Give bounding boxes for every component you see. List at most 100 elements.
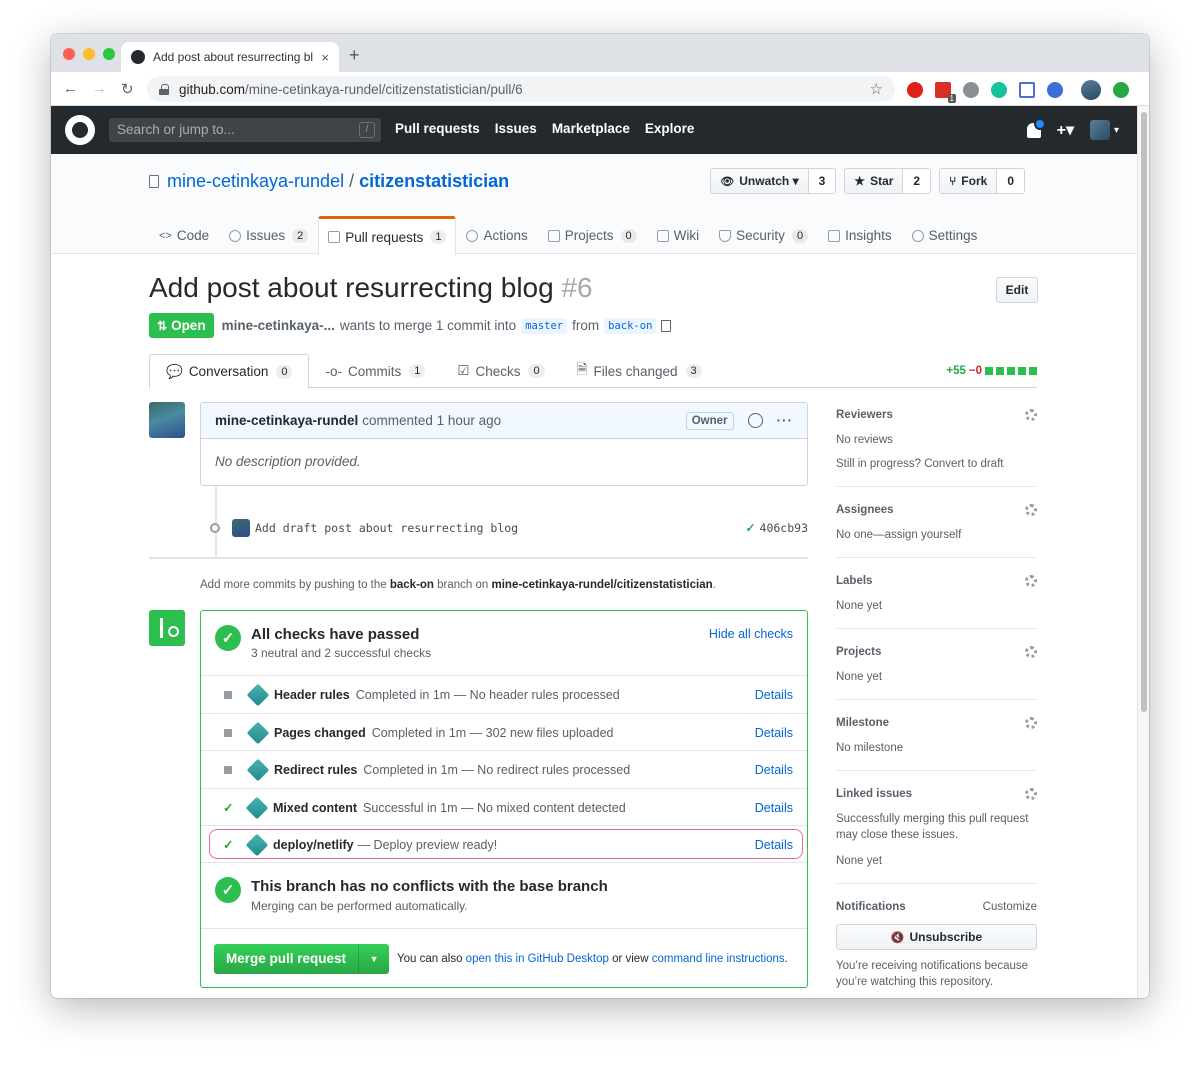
tab-close-icon[interactable]: × (321, 50, 329, 65)
merge-pull-request-button[interactable]: Merge pull request (214, 943, 360, 974)
repo-name-link[interactable]: citizenstatistician (359, 171, 509, 192)
nav-pull-requests[interactable]: Pull requests (395, 121, 480, 136)
repo-owner-link[interactable]: mine-cetinkaya-rundel (167, 171, 344, 192)
opera-extension-icon[interactable] (907, 82, 923, 98)
smiley-icon[interactable] (747, 413, 763, 428)
tab-title: Add post about resurrecting bl (153, 50, 314, 64)
tab-issues[interactable]: Issues 2 (219, 216, 318, 254)
details-link[interactable]: Details (755, 726, 793, 740)
tab-settings[interactable]: Settings (902, 216, 988, 254)
tab-security[interactable]: Security 0 (709, 216, 818, 254)
profile-avatar[interactable] (1081, 80, 1101, 100)
kebab-icon[interactable]: ··· (777, 413, 794, 428)
page-scrollbar[interactable] (1137, 106, 1149, 998)
pr-meta-text: wants to merge 1 commit into (339, 318, 517, 333)
merge-options-caret-icon[interactable]: ▼ (359, 944, 389, 974)
checks-subtitle: 3 neutral and 2 successful checks (251, 646, 432, 660)
drive-extension-icon[interactable] (1019, 82, 1035, 98)
tab-checks[interactable]: ☑ Checks 0 (441, 354, 560, 388)
checks-summary: ✓ All checks have passed 3 neutral and 2… (215, 625, 793, 675)
hide-all-checks-link[interactable]: Hide all checks (709, 627, 793, 641)
check-description: Completed in 1m — No redirect rules proc… (363, 762, 631, 777)
gear-icon[interactable] (1025, 788, 1037, 800)
create-new-menu[interactable]: +▾ (1057, 120, 1074, 140)
edit-button[interactable]: Edit (996, 277, 1038, 303)
project-icon (547, 229, 560, 242)
commit-message[interactable]: Add draft post about resurrecting blog (255, 521, 518, 535)
calendar-extension-icon[interactable]: 1 (935, 82, 956, 103)
gear-icon[interactable] (1025, 504, 1037, 516)
check-icon[interactable]: ✓ (745, 521, 755, 535)
close-window-button[interactable] (63, 48, 75, 60)
assign-yourself-link[interactable]: No one—assign yourself (836, 527, 1037, 543)
new-tab-button[interactable]: + (349, 45, 360, 66)
convert-draft-text[interactable]: Still in progress? Convert to draft (836, 456, 1037, 472)
search-input[interactable]: Search or jump to... / (109, 118, 381, 142)
back-button[interactable]: ← (63, 80, 78, 97)
tools-extension-icon[interactable] (963, 82, 979, 98)
tab-actions[interactable]: Actions (456, 216, 537, 254)
tab-counter: 1 (409, 364, 426, 378)
grammarly-extension-icon[interactable] (991, 82, 1007, 98)
details-link[interactable]: Details (755, 763, 793, 777)
star-count[interactable]: 2 (903, 168, 932, 194)
commit-author-avatar[interactable] (232, 519, 250, 537)
check-name: Pages changed (274, 725, 366, 740)
head-branch[interactable]: back-on (604, 317, 657, 334)
fork-count[interactable]: 0 (997, 168, 1025, 194)
header-nav: Pull requests Issues Marketplace Explore (395, 121, 694, 136)
details-link[interactable]: Details (755, 801, 793, 815)
watch-button[interactable]: 👁 Unwatch ▾ (710, 168, 809, 194)
browser-tab[interactable]: Add post about resurrecting bl × (121, 42, 339, 72)
base-branch[interactable]: master (521, 317, 568, 334)
open-desktop-link[interactable]: open this in GitHub Desktop (466, 953, 609, 965)
tab-label: Insights (845, 228, 892, 243)
minimize-window-button[interactable] (83, 48, 95, 60)
url-input[interactable]: github.com /mine-cetinkaya-rundel/citize… (147, 76, 895, 102)
tab-wiki[interactable]: Wiki (647, 216, 710, 254)
gear-icon[interactable] (1025, 409, 1037, 421)
scrollbar-thumb[interactable] (1141, 112, 1147, 712)
gear-icon[interactable] (1025, 646, 1037, 658)
notifications-bell-icon[interactable] (1026, 117, 1046, 138)
pr-author-link[interactable]: mine-cetinkaya-... (222, 318, 335, 333)
watch-count[interactable]: 3 (808, 168, 837, 194)
nav-marketplace[interactable]: Marketplace (552, 121, 630, 136)
nav-issues[interactable]: Issues (495, 121, 537, 136)
tab-commits[interactable]: -o- Commits 1 (309, 354, 441, 388)
tab-pull-requests[interactable]: Pull requests 1 (318, 216, 457, 255)
state-label: Open (171, 318, 206, 333)
github-logo-icon[interactable] (65, 115, 95, 145)
tab-projects[interactable]: Projects 0 (538, 216, 647, 254)
update-extension-icon[interactable] (1113, 82, 1129, 98)
zoom-window-button[interactable] (103, 48, 115, 60)
tab-files-changed[interactable]: 🗎 Files changed 3 (561, 354, 718, 388)
comment-author-avatar[interactable] (149, 402, 185, 438)
shield-extension-icon[interactable] (1047, 82, 1063, 98)
user-menu[interactable]: ▾ (1089, 120, 1119, 140)
tab-conversation[interactable]: 💬 Conversation 0 (149, 354, 310, 389)
nav-explore[interactable]: Explore (645, 121, 695, 136)
comment-author[interactable]: mine-cetinkaya-rundel (215, 413, 358, 428)
fork-button[interactable]: ⑂ Fork (939, 168, 998, 194)
timeline-divider (149, 557, 808, 559)
star-button[interactable]: ★ Star (844, 168, 904, 194)
bookmark-star-icon[interactable]: ☆ (870, 80, 883, 98)
gear-icon[interactable] (1025, 575, 1037, 587)
unsubscribe-button[interactable]: 🔇 Unsubscribe (836, 924, 1037, 950)
star-group: ★ Star 2 (844, 168, 932, 194)
customize-link[interactable]: Customize (983, 901, 1037, 913)
sidebar-heading: Reviewers (836, 409, 893, 421)
push-note-repo: mine-cetinkaya-rundel/citizenstatisticia… (491, 579, 713, 591)
forward-button[interactable]: → (92, 80, 107, 97)
diffstat-block (1018, 366, 1026, 375)
reload-button[interactable]: ↻ (121, 80, 134, 98)
merge-help-text: or view (612, 952, 649, 965)
clipboard-icon[interactable] (661, 319, 672, 332)
commit-sha[interactable]: 406cb93 (760, 521, 808, 535)
tab-code[interactable]: <> Code (149, 216, 219, 254)
command-line-link[interactable]: command line instructions (652, 953, 785, 965)
gear-icon[interactable] (1025, 717, 1037, 729)
details-link[interactable]: Details (755, 688, 793, 702)
tab-insights[interactable]: Insights (818, 216, 902, 254)
